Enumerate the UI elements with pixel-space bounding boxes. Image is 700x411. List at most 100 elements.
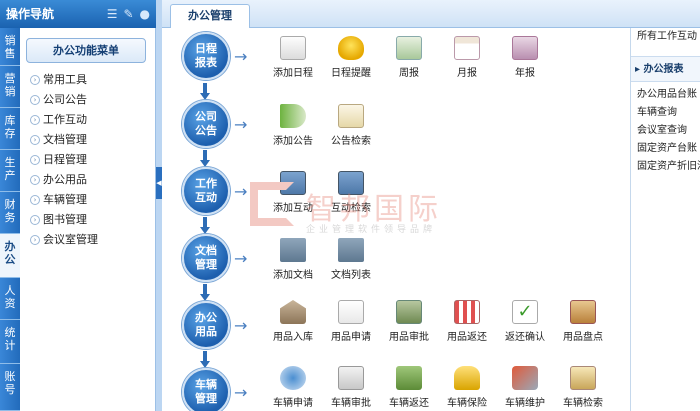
right-arrow-icon: → xyxy=(234,182,248,201)
right-arrow-icon: → xyxy=(234,47,248,66)
lightbulb-icon xyxy=(338,36,364,60)
right-arrow-icon: → xyxy=(234,383,248,402)
tab-inventory[interactable]: 库存 xyxy=(0,108,20,150)
warehouse-icon xyxy=(280,300,306,324)
link-vehicle-query[interactable]: 车辆查询 xyxy=(631,104,700,122)
folder-list-icon xyxy=(338,238,364,262)
monthly-calendar-icon xyxy=(454,36,480,60)
user-icon[interactable]: ● xyxy=(140,0,150,28)
document-search-icon xyxy=(338,104,364,128)
sidebar-item-interaction[interactable]: › 工作互动 xyxy=(30,110,98,130)
action-add-announcement[interactable]: 添加公告 xyxy=(266,104,320,147)
action-vehicle-search[interactable]: 车辆检索 xyxy=(556,366,610,409)
flow-node-announcement[interactable]: 公司 公告 xyxy=(182,100,230,148)
expand-icon: › xyxy=(30,115,40,125)
tab-marketing[interactable]: 营销 xyxy=(0,66,20,108)
sidebar-menu: › 常用工具 › 公司公告 › 工作互动 › 文档管理 › 日程管理 › 办公用品 › 车辆管… xyxy=(30,70,98,250)
car-request-icon xyxy=(280,366,306,390)
expand-icon: › xyxy=(30,75,40,85)
action-vehicle-request[interactable]: 车辆申请 xyxy=(266,366,320,409)
user-search-icon xyxy=(338,171,364,195)
list-icon[interactable]: ☰ xyxy=(107,0,118,28)
link-meeting-room-query[interactable]: 会议室查询 xyxy=(631,122,700,140)
sidebar-item-common-tools[interactable]: › 常用工具 xyxy=(30,70,98,90)
flow-node-supplies[interactable]: 办公 用品 xyxy=(182,301,230,349)
sidebar-item-documents[interactable]: › 文档管理 xyxy=(30,130,98,150)
approval-icon xyxy=(396,300,422,324)
weekly-report-icon xyxy=(396,36,422,60)
flow-node-vehicles[interactable]: 车辆 管理 xyxy=(182,368,230,411)
action-weekly-report[interactable]: 周报 xyxy=(382,36,436,79)
action-return-confirm[interactable]: ✓ 返还确认 xyxy=(498,300,552,343)
down-arrow-icon xyxy=(200,150,210,168)
wrench-icon[interactable]: ✎ xyxy=(123,0,133,28)
action-add-interaction[interactable]: 添加互动 xyxy=(266,171,320,214)
down-arrow-icon xyxy=(200,351,210,369)
action-document-list[interactable]: 文档列表 xyxy=(324,238,378,281)
action-supplies-approval[interactable]: 用品审批 xyxy=(382,300,436,343)
nav-title: 操作导航 xyxy=(6,7,55,21)
action-supplies-inventory[interactable]: 用品盘点 xyxy=(556,300,610,343)
confirm-check-icon: ✓ xyxy=(512,300,538,324)
link-fixed-asset-depreciation[interactable]: 固定资产折旧汇 xyxy=(631,158,700,176)
sidebar-item-vehicles[interactable]: › 车辆管理 xyxy=(30,190,98,210)
action-vehicle-return[interactable]: 车辆返还 xyxy=(382,366,436,409)
action-add-document[interactable]: 添加文档 xyxy=(266,238,320,281)
tab-hr[interactable]: 人资 xyxy=(0,278,20,320)
category-tabs: 销售 营销 库存 生产 财务 办公 人资 统计 账号 xyxy=(0,28,20,411)
tab-account[interactable]: 账号 xyxy=(0,364,20,411)
link-fixed-asset-ledger[interactable]: 固定资产台账 xyxy=(631,140,700,158)
expand-icon: › xyxy=(30,95,40,105)
clipboard-icon xyxy=(570,300,596,324)
lock-icon xyxy=(454,366,480,390)
action-vehicle-approval[interactable]: 车辆审批 xyxy=(324,366,378,409)
car-search-icon xyxy=(570,366,596,390)
sidebar-item-schedule[interactable]: › 日程管理 xyxy=(30,150,98,170)
sidebar-item-announcements[interactable]: › 公司公告 xyxy=(30,90,98,110)
flow-node-documents[interactable]: 文档 管理 xyxy=(182,234,230,282)
truck-return-icon xyxy=(396,366,422,390)
wrench-icon xyxy=(512,366,538,390)
action-supplies-stock-in[interactable]: 用品入库 xyxy=(266,300,320,343)
link-all-interactions[interactable]: 所有工作互动 xyxy=(631,28,700,46)
tab-sales[interactable]: 销售 xyxy=(0,28,20,66)
tab-office-management[interactable]: 办公管理 xyxy=(170,4,250,28)
tab-office[interactable]: 办公 xyxy=(0,234,20,278)
tab-strip: 办公管理 xyxy=(162,0,700,28)
down-arrow-icon xyxy=(200,284,210,302)
request-form-icon xyxy=(338,300,364,324)
action-supplies-return[interactable]: 用品返还 xyxy=(440,300,494,343)
expand-icon: › xyxy=(30,215,40,225)
right-arrow-icon: → xyxy=(234,115,248,134)
action-vehicle-insurance[interactable]: 车辆保险 xyxy=(440,366,494,409)
office-menu-button[interactable]: 办公功能菜单 xyxy=(26,38,146,63)
nav-title-bar: 操作导航 ☰ ✎ ● xyxy=(0,0,156,28)
sidebar: 办公功能菜单 › 常用工具 › 公司公告 › 工作互动 › 文档管理 › 日程管理 › 办公… xyxy=(20,28,156,411)
action-supplies-request[interactable]: 用品申请 xyxy=(324,300,378,343)
down-arrow-icon xyxy=(200,83,210,101)
user-add-icon xyxy=(280,171,306,195)
tab-statistics[interactable]: 统计 xyxy=(0,320,20,364)
action-search-interaction[interactable]: 互动检索 xyxy=(324,171,378,214)
sidebar-item-meeting-rooms[interactable]: › 会议室管理 xyxy=(30,230,98,250)
annual-report-icon xyxy=(512,36,538,60)
calendar-edit-icon xyxy=(280,36,306,60)
flow-node-schedule[interactable]: 日程 报表 xyxy=(182,32,230,80)
right-arrow-icon: → xyxy=(234,316,248,335)
tab-finance[interactable]: 财务 xyxy=(0,192,20,234)
flow-node-interaction[interactable]: 工作 互动 xyxy=(182,167,230,215)
action-vehicle-maintenance[interactable]: 车辆维护 xyxy=(498,366,552,409)
link-supplies-ledger[interactable]: 办公用品台账 xyxy=(631,86,700,104)
right-arrow-icon: → xyxy=(234,249,248,268)
expand-icon: › xyxy=(30,135,40,145)
tab-production[interactable]: 生产 xyxy=(0,150,20,192)
sidebar-item-books[interactable]: › 图书管理 xyxy=(30,210,98,230)
action-schedule-reminder[interactable]: 日程提醒 xyxy=(324,36,378,79)
sidebar-item-supplies[interactable]: › 办公用品 xyxy=(30,170,98,190)
action-search-announcement[interactable]: 公告检索 xyxy=(324,104,378,147)
flow-area: 日程 报表 → 添加日程 日程提醒 周报 月报 年报 公司 公告 → 添加公告 公告… xyxy=(162,28,630,411)
down-arrow-icon xyxy=(200,217,210,235)
action-add-schedule[interactable]: 添加日程 xyxy=(266,36,320,79)
action-monthly-report[interactable]: 月报 xyxy=(440,36,494,79)
action-annual-report[interactable]: 年报 xyxy=(498,36,552,79)
